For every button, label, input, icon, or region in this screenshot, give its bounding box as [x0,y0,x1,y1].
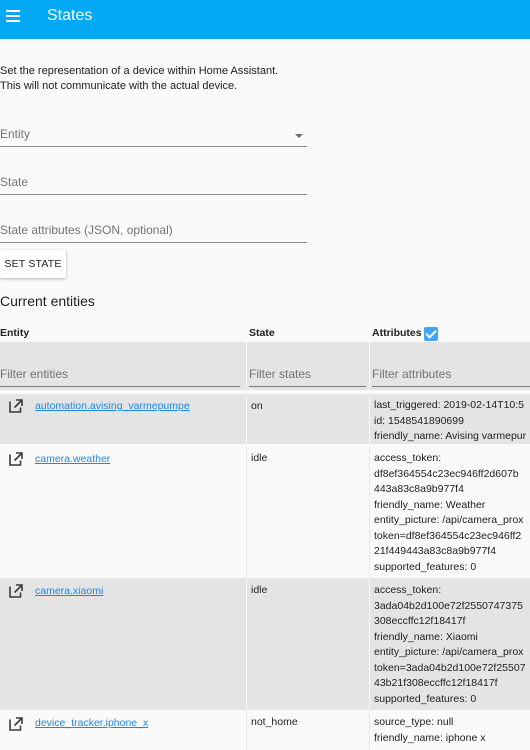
attribute-line: df8ef364554c23ec946ff2d607b [374,467,519,480]
filter-states-input[interactable]: Filter states [249,361,366,387]
entity-dropdown[interactable]: Entity [0,118,307,147]
table-row: camera.weather idle access_token: df8ef3… [0,446,530,578]
attribute-line: friendly_name: Xiaomi [374,630,478,643]
attribute-line: access_token: [374,452,442,464]
attribute-line: friendly_name: Avising varmepur [374,430,527,442]
intro-text: Set the representation of a device withi… [0,64,278,94]
attribute-line: entity_picture: /api/camera_prox [374,646,524,658]
column-divider [246,710,247,750]
column-divider [369,710,370,750]
state-attributes-input[interactable]: State attributes (JSON, optional) [0,214,307,243]
entity-state: not_home [251,716,298,728]
table-row: camera.xiaomi idle access_token: 3ada04b… [0,578,530,710]
attribute-line: 21f449443a83c8a9b977f4 [374,545,497,557]
entity-link[interactable]: camera.weather [35,453,110,465]
set-state-button[interactable]: SET STATE [0,250,66,278]
attribute-line: supported_features: 0 [374,560,477,573]
entity-state: idle [251,584,268,596]
app-toolbar: States [0,0,530,39]
table-row: device_tracker.iphone_x not_home source_… [0,710,530,750]
attribute-line: access_token: [374,584,442,596]
entity-attributes: last_triggered: 2019-02-14T10:5 id: 1548… [374,398,526,445]
attribute-line: 43b21f308eccffc12f18417f [374,677,498,689]
state-input[interactable]: State [0,166,307,195]
open-in-new-icon[interactable] [9,452,23,466]
entity-link[interactable]: automation.avising_varmepumpe [35,400,190,412]
attribute-line: token=3ada04b2d100e72f25507 [374,661,526,674]
column-header-attributes: Attributes [372,327,422,339]
entity-link[interactable]: device_tracker.iphone_x [35,717,148,729]
attribute-line: source_type: null [374,716,454,728]
column-divider [246,578,247,710]
column-divider [246,342,247,390]
attributes-checkbox[interactable] [424,327,438,341]
state-input-label: State [0,175,29,189]
state-attributes-label: State attributes (JSON, optional) [0,223,173,237]
attribute-line: 3ada04b2d100e72f2550747375 [374,599,523,612]
open-in-new-icon[interactable] [9,399,23,413]
column-divider [369,342,370,390]
open-in-new-icon[interactable] [9,584,23,598]
column-header-state: State [249,327,275,339]
attribute-line: token=df8ef364554c23ec946ff2 [374,529,522,542]
filter-entities-input[interactable]: Filter entities [0,361,240,387]
attribute-line: friendly_name: Weather [374,498,486,511]
intro-line-1: Set the representation of a device withi… [0,65,279,77]
entity-state: on [251,400,263,412]
column-divider [246,394,247,444]
column-divider [369,446,370,578]
attribute-line: friendly_name: iphone x [374,731,486,744]
filter-states-placeholder: Filter states [249,367,312,381]
attribute-line: 308eccffc12f18417f [374,615,466,627]
column-header-entity: Entity [0,327,30,339]
filter-attributes-input[interactable]: Filter attributes [372,361,530,387]
entity-state: idle [251,452,268,464]
attribute-line: id: 1548541890699 [374,414,464,427]
column-divider [369,394,370,444]
filter-entities-placeholder: Filter entities [0,367,69,381]
filter-attributes-placeholder: Filter attributes [372,367,452,381]
page-title: States [47,7,93,24]
attribute-line: last_triggered: 2019-02-14T10:5 [374,399,525,411]
column-divider [246,446,247,578]
menu-icon[interactable] [6,10,22,24]
entity-attributes: access_token: df8ef364554c23ec946ff2d607… [374,451,523,575]
entity-link[interactable]: camera.xiaomi [35,585,103,597]
attribute-line: supported_features: 0 [374,692,477,705]
entity-dropdown-label: Entity [0,127,31,141]
open-in-new-icon[interactable] [9,717,23,731]
dropdown-arrow-icon[interactable] [295,134,303,138]
attribute-line: entity_picture: /api/camera_prox [374,514,524,526]
entity-attributes: access_token: 3ada04b2d100e72f2550747375… [374,583,526,707]
filter-row: Filter entities Filter states Filter att… [0,342,530,390]
attribute-line: 443a83c8a9b977f4 [374,483,464,495]
intro-line-2: This will not communicate with the actua… [0,80,238,92]
table-row: automation.avising_varmepumpe on last_tr… [0,394,530,444]
entity-attributes: source_type: null friendly_name: iphone … [374,715,486,746]
current-entities-title: Current entities [0,293,95,309]
column-divider [369,578,370,710]
